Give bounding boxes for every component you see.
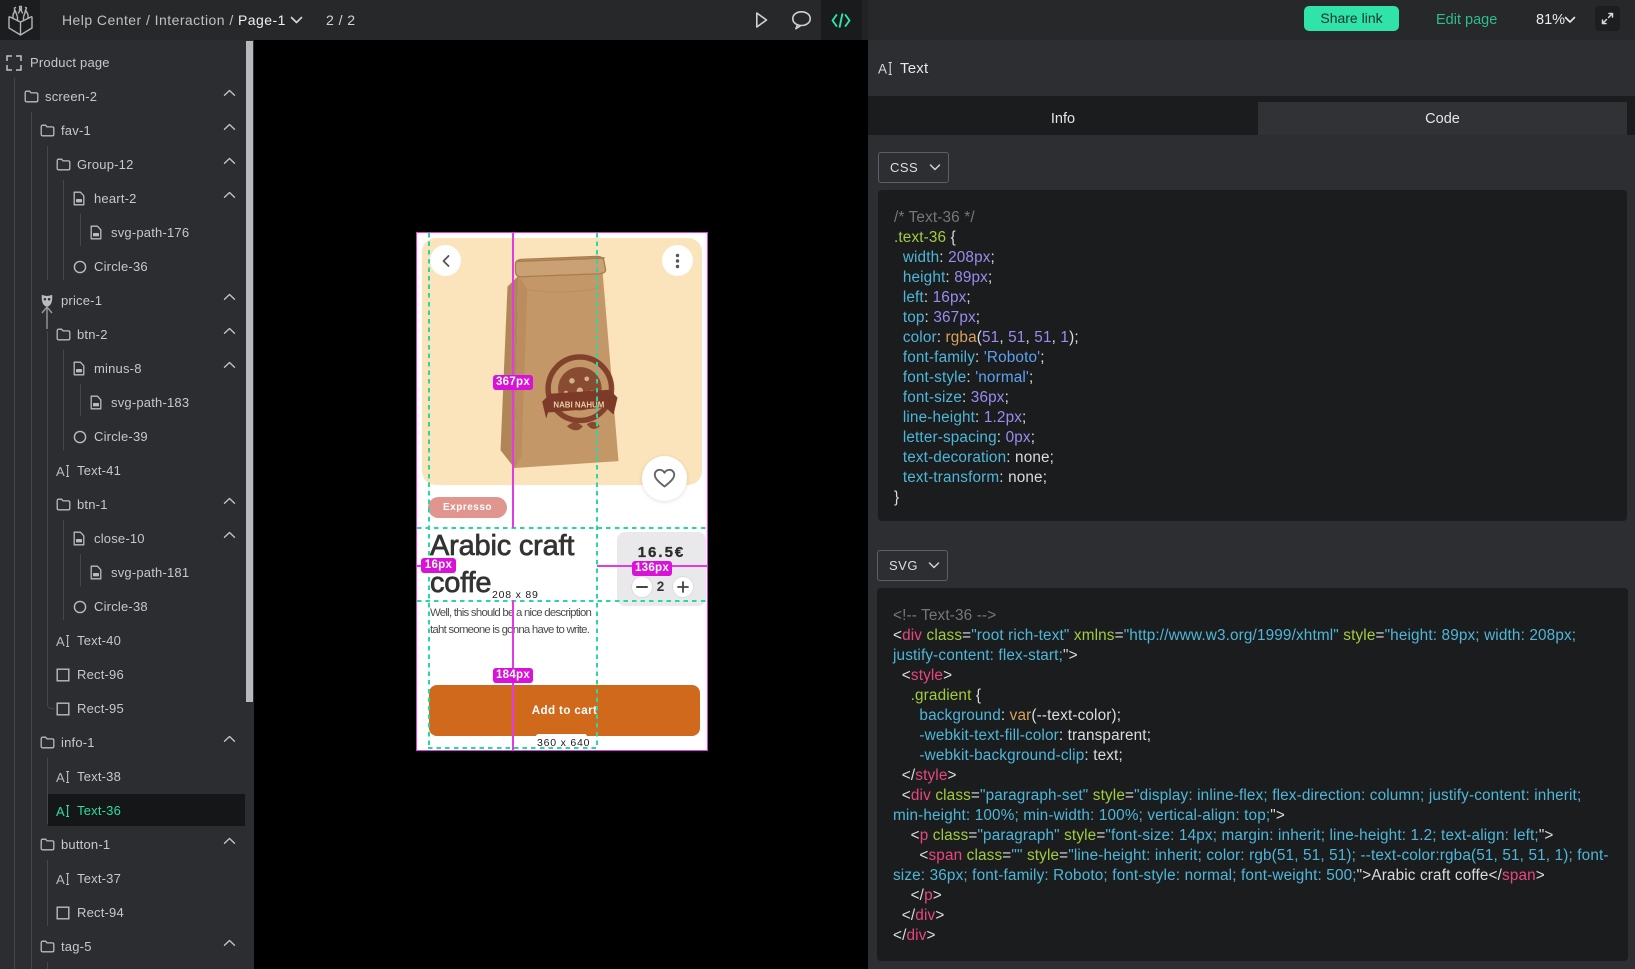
svg-text:A: A [56, 634, 65, 648]
svg-text:A: A [56, 804, 65, 818]
svg-text:A: A [56, 770, 65, 784]
svg-text:A: A [878, 62, 887, 77]
svg-text:A: A [56, 872, 65, 886]
svg-text:A: A [56, 464, 65, 478]
